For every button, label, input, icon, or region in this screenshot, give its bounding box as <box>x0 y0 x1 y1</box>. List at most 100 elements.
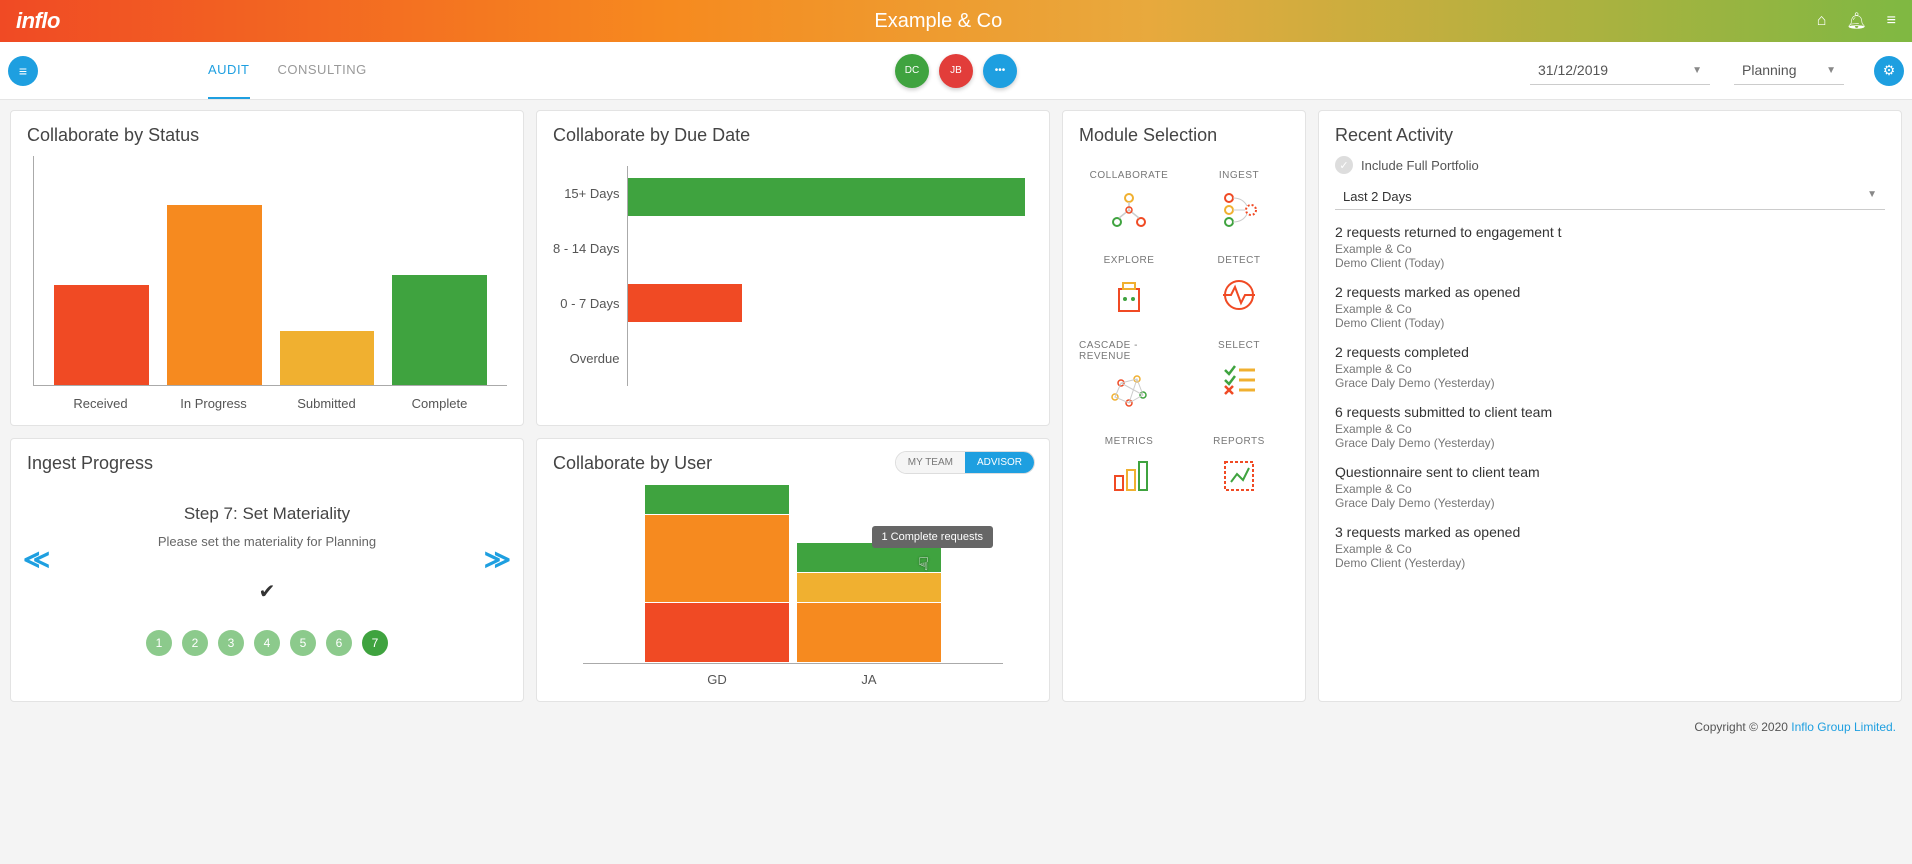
module-select[interactable]: SELECT <box>1189 340 1289 414</box>
ingest-next-icon[interactable]: ≫ <box>484 544 511 575</box>
ingest-prev-icon[interactable]: ≪ <box>23 544 50 575</box>
tabs: AUDIT CONSULTING <box>208 42 367 99</box>
check-icon: ✔ <box>27 579 507 604</box>
module-ingest[interactable]: INGEST <box>1189 170 1289 233</box>
due-label-over: Overdue <box>553 351 619 366</box>
due-chart[interactable]: 15+ Days 8 - 14 Days 0 - 7 Days Overdue <box>553 156 1033 386</box>
activity-client: Example & Co <box>1335 302 1879 316</box>
activity-detail: Grace Daly Demo (Yesterday) <box>1335 436 1879 450</box>
activity-detail: Demo Client (Yesterday) <box>1335 556 1879 570</box>
module-label: CASCADE - REVENUE <box>1079 340 1179 362</box>
due-label-07: 0 - 7 Days <box>553 296 619 311</box>
status-chart[interactable] <box>33 156 507 386</box>
activity-title: 2 requests marked as opened <box>1335 284 1879 300</box>
step-4[interactable]: 4 <box>254 630 280 656</box>
activity-range-dropdown[interactable]: Last 2 Days ▼ <box>1335 184 1885 210</box>
detect-icon <box>1216 272 1262 318</box>
step-2[interactable]: 2 <box>182 630 208 656</box>
label-complete: Complete <box>392 396 487 411</box>
cascade-icon <box>1106 368 1152 414</box>
due-bar-07[interactable] <box>628 284 741 322</box>
step-7[interactable]: 7 <box>362 630 388 656</box>
bar-complete[interactable] <box>392 275 487 385</box>
activity-item[interactable]: 2 requests marked as opened Example & Co… <box>1335 284 1879 330</box>
step-5[interactable]: 5 <box>290 630 316 656</box>
activity-title: 3 requests marked as opened <box>1335 524 1879 540</box>
toolbar: ≡ AUDIT CONSULTING DC JB ••• 31/12/2019 … <box>0 42 1912 100</box>
ingest-body: ≪ ≫ Step 7: Set Materiality Please set t… <box>27 484 507 656</box>
activity-item[interactable]: Questionnaire sent to client team Exampl… <box>1335 464 1879 510</box>
hamburger-button[interactable]: ≡ <box>8 56 38 86</box>
due-label-15: 15+ Days <box>553 186 619 201</box>
activity-title: 6 requests submitted to client team <box>1335 404 1879 420</box>
avatar-dc[interactable]: DC <box>895 54 929 88</box>
user-col-gd[interactable] <box>645 485 789 663</box>
activity-list[interactable]: 2 requests returned to engagement t Exam… <box>1335 224 1885 687</box>
activity-title: 2 requests returned to engagement t <box>1335 224 1879 240</box>
avatar-jb[interactable]: JB <box>939 54 973 88</box>
module-label: EXPLORE <box>1104 255 1155 266</box>
home-icon[interactable]: ⌂ <box>1817 12 1827 30</box>
activity-detail: Grace Daly Demo (Yesterday) <box>1335 496 1879 510</box>
bar-inprogress[interactable] <box>167 205 262 385</box>
panel-due: Collaborate by Due Date 15+ Days 8 - 14 … <box>536 110 1050 426</box>
activity-item[interactable]: 3 requests marked as opened Example & Co… <box>1335 524 1879 570</box>
footer-link[interactable]: Inflo Group Limited. <box>1791 720 1896 734</box>
step-6[interactable]: 6 <box>326 630 352 656</box>
due-bar-15[interactable] <box>628 178 1024 216</box>
module-grid: COLLABORATE INGEST EXPLORE DETECT CASCAD… <box>1079 156 1289 499</box>
phase-dropdown[interactable]: Planning ▼ <box>1734 56 1844 85</box>
due-labels: 15+ Days 8 - 14 Days 0 - 7 Days Overdue <box>553 166 627 386</box>
module-label: DETECT <box>1218 255 1261 266</box>
gear-button[interactable]: ⚙ <box>1874 56 1904 86</box>
footer: Copyright © 2020 Inflo Group Limited. <box>0 712 1912 742</box>
due-label-814: 8 - 14 Days <box>553 241 619 256</box>
step-3[interactable]: 3 <box>218 630 244 656</box>
chevron-down-icon: ▼ <box>1692 65 1702 76</box>
bell-icon[interactable]: 🔔︎ <box>1846 11 1866 31</box>
reports-icon <box>1216 453 1262 499</box>
toggle-myteam[interactable]: MY TEAM <box>896 452 965 473</box>
activity-item[interactable]: 2 requests returned to engagement t Exam… <box>1335 224 1879 270</box>
module-explore[interactable]: EXPLORE <box>1079 255 1179 318</box>
toggle-advisor[interactable]: ADVISOR <box>965 452 1034 473</box>
range-value: Last 2 Days <box>1343 189 1412 204</box>
activity-item[interactable]: 2 requests completed Example & Co Grace … <box>1335 344 1879 390</box>
page-title: Example & Co <box>60 10 1817 33</box>
date-dropdown[interactable]: 31/12/2019 ▼ <box>1530 56 1710 85</box>
chevron-down-icon: ▼ <box>1867 189 1877 204</box>
tab-consulting[interactable]: CONSULTING <box>278 42 367 99</box>
user-label-ja: JA <box>797 672 941 687</box>
activity-client: Example & Co <box>1335 362 1879 376</box>
toolbar-right: 31/12/2019 ▼ Planning ▼ <box>1530 56 1844 85</box>
module-collaborate[interactable]: COLLABORATE <box>1079 170 1179 233</box>
module-detect[interactable]: DETECT <box>1189 255 1289 318</box>
activity-item[interactable]: 6 requests submitted to client team Exam… <box>1335 404 1879 450</box>
user-chart[interactable]: 1 Complete requests ☟ <box>583 484 1003 664</box>
bar-submitted[interactable] <box>280 331 375 385</box>
module-metrics[interactable]: METRICS <box>1079 436 1179 499</box>
portfolio-checkbox[interactable]: ✓ Include Full Portfolio <box>1335 156 1885 174</box>
menu-icon[interactable]: ≡ <box>1887 12 1896 30</box>
portfolio-label: Include Full Portfolio <box>1361 158 1479 173</box>
user-col-ja[interactable] <box>797 543 941 663</box>
panel-title-due: Collaborate by Due Date <box>553 125 1033 146</box>
select-icon <box>1216 357 1262 403</box>
label-received: Received <box>53 396 148 411</box>
module-reports[interactable]: REPORTS <box>1189 436 1289 499</box>
step-1[interactable]: 1 <box>146 630 172 656</box>
user-labels: GD JA <box>553 664 1033 687</box>
module-cascade[interactable]: CASCADE - REVENUE <box>1079 340 1179 414</box>
check-icon: ✓ <box>1335 156 1353 174</box>
panel-title-activity: Recent Activity <box>1335 125 1885 146</box>
user-label-gd: GD <box>645 672 789 687</box>
bar-received[interactable] <box>54 285 149 385</box>
panel-title-modules: Module Selection <box>1079 125 1289 146</box>
module-label: SELECT <box>1218 340 1260 351</box>
label-submitted: Submitted <box>279 396 374 411</box>
avatar-more[interactable]: ••• <box>983 54 1017 88</box>
activity-detail: Demo Client (Today) <box>1335 316 1879 330</box>
metrics-icon <box>1106 453 1152 499</box>
step-indicators: 1 2 3 4 5 6 7 <box>27 630 507 656</box>
tab-audit[interactable]: AUDIT <box>208 42 250 99</box>
